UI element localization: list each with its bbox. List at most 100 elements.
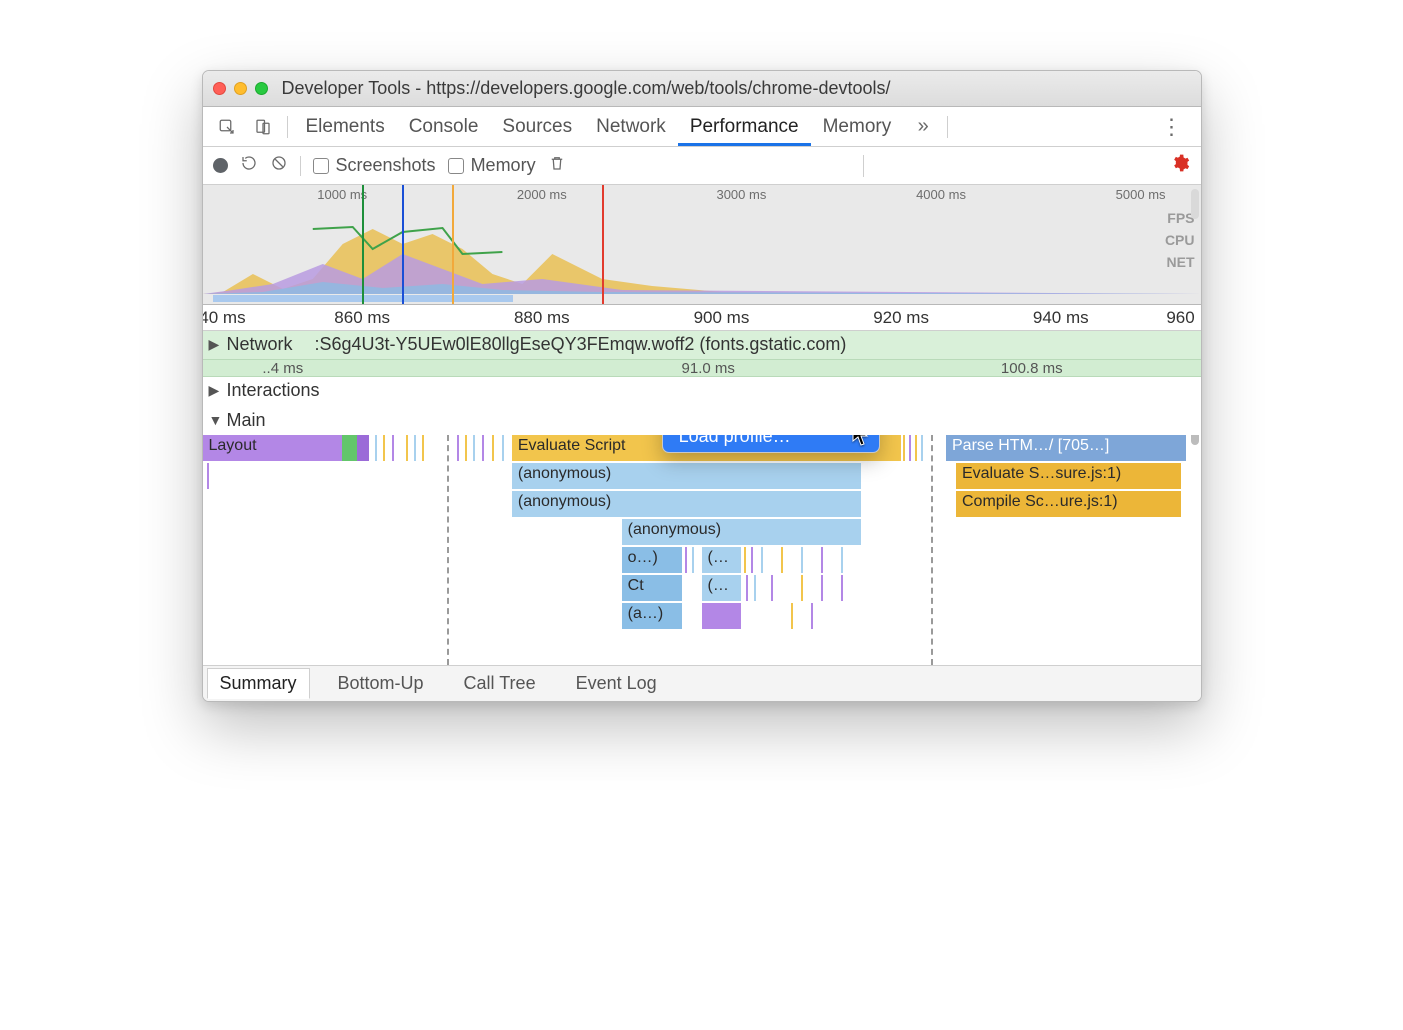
zoom-window-button[interactable]	[255, 82, 268, 95]
detail-ruler[interactable]: 40 ms 860 ms 880 ms 900 ms 920 ms 940 ms…	[203, 305, 1201, 331]
flame-chart[interactable]: Layout Evaluate Script	[203, 435, 1201, 665]
memory-checkbox[interactable]: Memory	[448, 155, 536, 176]
tab-memory[interactable]: Memory	[811, 107, 904, 146]
tab-performance[interactable]: Performance	[678, 107, 811, 146]
details-tab-event-log[interactable]: Event Log	[564, 669, 669, 698]
tab-sources[interactable]: Sources	[490, 107, 584, 146]
flame-bar-anonymous[interactable]: (anonymous)	[512, 463, 861, 489]
context-menu: Save profile… Load profile…	[662, 435, 880, 453]
interactions-label: Interactions	[227, 380, 320, 401]
flame-bar-parse-html[interactable]: Parse HTM…/ [705…]	[946, 435, 1186, 461]
details-tabs: Summary Bottom-Up Call Tree Event Log	[203, 665, 1201, 701]
flame-bar[interactable]: (…	[702, 547, 742, 573]
network-label: Network	[227, 334, 293, 355]
flame-bar-label: Compile Sc…ure.js:1)	[962, 493, 1118, 510]
clear-button[interactable]	[270, 154, 288, 177]
flame-bar-label: o…)	[628, 549, 658, 566]
more-tabs-button[interactable]: »	[905, 107, 941, 147]
settings-gear-icon[interactable]	[1170, 153, 1190, 179]
details-tab-call-tree[interactable]: Call Tree	[452, 669, 548, 698]
record-button[interactable]	[213, 158, 228, 173]
traffic-lights	[213, 82, 268, 95]
overview-marker	[362, 185, 364, 304]
close-window-button[interactable]	[213, 82, 226, 95]
overview-tick: 4000 ms	[916, 187, 966, 202]
tab-label: Performance	[690, 116, 799, 138]
checkbox-icon	[313, 158, 329, 174]
tab-label: Bottom-Up	[338, 673, 424, 693]
flame-bar-label: Evaluate S…sure.js:1)	[962, 465, 1121, 482]
cpu-overview-graph	[203, 224, 1201, 294]
flame-bar-layout[interactable]: Layout	[203, 435, 343, 461]
flame-bar[interactable]	[342, 435, 357, 461]
flame-bar-evaluate-s[interactable]: Evaluate S…sure.js:1)	[956, 463, 1181, 489]
overview-tick: 2000 ms	[517, 187, 567, 202]
flame-bar[interactable]: Ct	[622, 575, 682, 601]
overview-marker	[452, 185, 454, 304]
ruler-tick: 940 ms	[1033, 308, 1089, 328]
overview-scrollbar[interactable]	[1191, 189, 1199, 219]
separator	[287, 116, 288, 138]
flame-bar[interactable]	[702, 603, 742, 629]
screenshots-checkbox[interactable]: Screenshots	[313, 155, 436, 176]
window-title: Developer Tools - https://developers.goo…	[282, 78, 1191, 99]
flame-bar-compile[interactable]: Compile Sc…ure.js:1)	[956, 491, 1181, 517]
interactions-track-header[interactable]: ▶ Interactions	[203, 377, 1201, 407]
menu-item-label: Load profile…	[679, 435, 791, 447]
screenshots-label: Screenshots	[336, 155, 436, 176]
frame-time: ..4 ms	[262, 360, 303, 377]
ruler-tick: 880 ms	[514, 308, 570, 328]
flame-bar[interactable]: (a…)	[622, 603, 682, 629]
reload-record-button[interactable]	[240, 154, 258, 177]
tab-elements[interactable]: Elements	[294, 107, 397, 146]
separator	[300, 156, 301, 176]
overview-marker	[402, 185, 404, 304]
flame-bar-label: (a…)	[628, 605, 664, 622]
flame-bar[interactable]	[357, 435, 369, 461]
flame-bar[interactable]: o…)	[622, 547, 682, 573]
main-track-header[interactable]: ▼ Main	[203, 407, 1201, 435]
details-tab-summary[interactable]: Summary	[207, 668, 310, 699]
tracks-area: ▶ Network :S6g4U3t-Y5UEw0lE80llgEseQY3FE…	[203, 331, 1201, 665]
titlebar: Developer Tools - https://developers.goo…	[203, 71, 1201, 107]
flame-bar-anonymous[interactable]: (anonymous)	[512, 491, 861, 517]
tab-label: Network	[596, 116, 666, 138]
kebab-menu-icon[interactable]: ⋮	[1149, 114, 1195, 140]
tab-label: Event Log	[576, 673, 657, 693]
ruler-tick: 900 ms	[694, 308, 750, 328]
flame-bar-anonymous[interactable]: (anonymous)	[622, 519, 862, 545]
device-toolbar-icon[interactable]	[245, 107, 281, 147]
tab-label: Memory	[823, 116, 892, 138]
separator	[947, 116, 948, 138]
menu-item-load-profile[interactable]: Load profile…	[663, 435, 879, 452]
ruler-tick: 920 ms	[873, 308, 929, 328]
flame-bar[interactable]: (…	[702, 575, 742, 601]
overview-tick: 5000 ms	[1116, 187, 1166, 202]
overview-ticks: 1000 ms 2000 ms 3000 ms 4000 ms 5000 ms	[203, 185, 1201, 203]
garbage-collect-button[interactable]	[548, 154, 566, 177]
performance-toolbar: Screenshots Memory	[203, 147, 1201, 185]
tab-console[interactable]: Console	[397, 107, 491, 146]
ruler-tick: 860 ms	[334, 308, 390, 328]
tab-label: Summary	[220, 673, 297, 693]
flame-bar-label: (…	[708, 577, 729, 594]
tracks-scrollbar[interactable]	[1191, 435, 1199, 445]
chevron-right-double-icon: »	[918, 115, 929, 138]
details-tab-bottom-up[interactable]: Bottom-Up	[326, 669, 436, 698]
expand-icon: ▶	[209, 382, 220, 399]
tab-network[interactable]: Network	[584, 107, 678, 146]
overview-tick: 3000 ms	[716, 187, 766, 202]
panel-tabs: Elements Console Sources Network Perform…	[203, 107, 1201, 147]
overview-marker	[602, 185, 604, 304]
overview-timeline[interactable]: 1000 ms 2000 ms 3000 ms 4000 ms 5000 ms …	[203, 185, 1201, 305]
flame-bar-label: (anonymous)	[518, 493, 611, 510]
flame-bar-label: (anonymous)	[518, 465, 611, 482]
flame-bar-label: Ct	[628, 577, 644, 594]
frames-track: ..4 ms 91.0 ms 100.8 ms	[203, 359, 1201, 377]
frame-time: 100.8 ms	[1001, 360, 1063, 377]
network-track-header[interactable]: ▶ Network :S6g4U3t-Y5UEw0lE80llgEseQY3FE…	[203, 331, 1201, 359]
overview-tick: 1000 ms	[317, 187, 367, 202]
mouse-cursor-icon	[852, 435, 872, 447]
minimize-window-button[interactable]	[234, 82, 247, 95]
inspect-element-icon[interactable]	[209, 107, 245, 147]
